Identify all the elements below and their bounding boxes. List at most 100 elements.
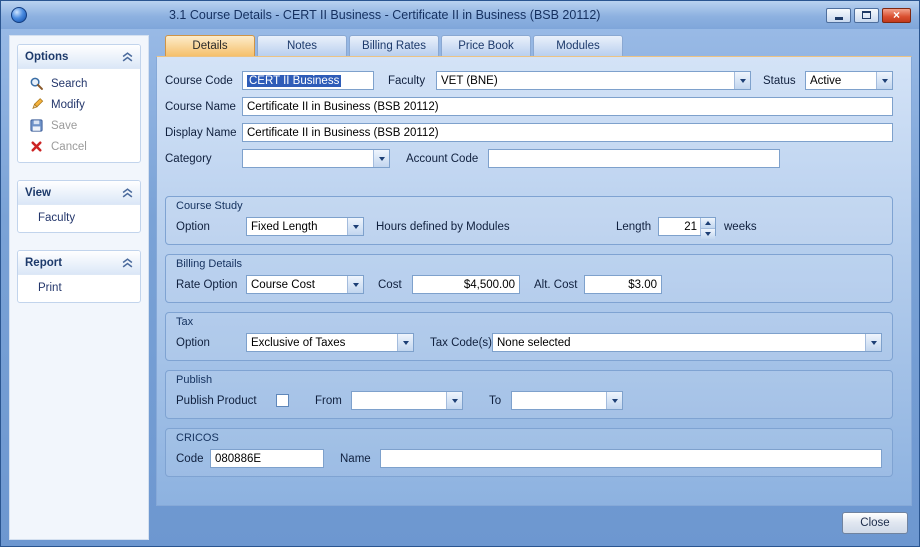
faculty-combobox[interactable]: VET (BNE) [436, 71, 751, 90]
title-bar[interactable]: 3.1 Course Details - CERT II Business - … [1, 1, 919, 29]
course-study-title: Course Study [176, 200, 882, 212]
spin-up-icon[interactable] [701, 218, 715, 228]
rate-option-label: Rate Option [176, 279, 246, 291]
course-code-value: CERT II Business [247, 75, 341, 87]
course-code-input[interactable]: CERT II Business [242, 71, 374, 90]
report-panel-header[interactable]: Report [18, 251, 140, 275]
view-panel: View Faculty [17, 180, 141, 233]
sidebar-item-label: Modify [51, 99, 85, 111]
sidebar-item-save[interactable]: Save [18, 115, 140, 136]
footer-bar: Close [156, 506, 912, 540]
window-title: 3.1 Course Details - CERT II Business - … [33, 8, 826, 22]
account-code-input[interactable] [488, 149, 780, 168]
cricos-code-input[interactable]: 080886E [210, 449, 324, 468]
sidebar-item-cancel[interactable]: Cancel [18, 136, 140, 157]
options-panel-header[interactable]: Options [18, 45, 140, 69]
display-name-input[interactable]: Certificate II in Business (BSB 20112) [242, 123, 893, 142]
publish-to-label: To [489, 395, 511, 407]
alt-cost-input[interactable]: $3.00 [584, 275, 662, 294]
tax-codes-combobox[interactable]: None selected [492, 333, 882, 352]
sidebar-item-print[interactable]: Print [18, 279, 140, 297]
sidebar-item-label: Print [38, 282, 62, 294]
tab-notes[interactable]: Notes [257, 35, 347, 56]
sidebar-item-modify[interactable]: Modify [18, 94, 140, 115]
tax-option-label: Option [176, 337, 246, 349]
billing-details-title: Billing Details [176, 258, 882, 270]
hours-defined-label: Hours defined by Modules [376, 221, 556, 233]
sidebar-item-search[interactable]: Search [18, 73, 140, 94]
tab-details[interactable]: Details [165, 35, 255, 56]
chevron-down-icon[interactable] [347, 276, 363, 293]
cost-input[interactable]: $4,500.00 [412, 275, 520, 294]
display-name-label: Display Name [165, 127, 242, 139]
chevron-down-icon[interactable] [865, 334, 881, 351]
chevron-down-icon[interactable] [734, 72, 750, 89]
cost-value: $4,500.00 [464, 279, 515, 291]
cricos-title: CRICOS [176, 432, 882, 444]
tab-price-book[interactable]: Price Book [441, 35, 531, 56]
save-icon [29, 118, 44, 133]
course-name-label: Course Name [165, 101, 242, 113]
minimize-button[interactable] [826, 8, 851, 23]
cancel-icon [29, 139, 44, 154]
close-window-button[interactable]: × [882, 8, 911, 23]
publish-title: Publish [176, 374, 882, 386]
status-combobox[interactable]: Active [805, 71, 893, 90]
tax-option-combobox[interactable]: Exclusive of Taxes [246, 333, 414, 352]
course-name-input[interactable]: Certificate II in Business (BSB 20112) [242, 97, 893, 116]
maximize-button[interactable] [854, 8, 879, 23]
weeks-label: weeks [724, 221, 757, 233]
course-study-option-combobox[interactable]: Fixed Length [246, 217, 364, 236]
close-button[interactable]: Close [842, 512, 908, 534]
length-spinner[interactable]: 21 [658, 217, 716, 236]
cricos-group: CRICOS Code 080886E Name [165, 428, 893, 477]
publish-from-value [352, 392, 446, 409]
tab-billing-rates[interactable]: Billing Rates [349, 35, 439, 56]
length-label: Length [616, 221, 658, 233]
publish-from-combobox[interactable] [351, 391, 463, 410]
chevron-down-icon[interactable] [876, 72, 892, 89]
view-panel-title: View [25, 187, 51, 199]
view-panel-header[interactable]: View [18, 181, 140, 205]
publish-to-combobox[interactable] [511, 391, 623, 410]
tax-codes-label: Tax Code(s) [430, 337, 492, 349]
account-code-label: Account Code [406, 153, 488, 165]
pencil-icon [29, 97, 44, 112]
options-panel-title: Options [25, 51, 68, 63]
sidebar-item-label: Search [51, 78, 87, 90]
rate-option-combobox[interactable]: Course Cost [246, 275, 364, 294]
chevron-down-icon[interactable] [446, 392, 462, 409]
course-study-option-value: Fixed Length [247, 218, 347, 235]
cricos-code-label: Code [176, 453, 210, 465]
sidebar-item-faculty[interactable]: Faculty [18, 209, 140, 227]
course-details-window: 3.1 Course Details - CERT II Business - … [0, 0, 920, 547]
category-label: Category [165, 153, 242, 165]
cricos-name-label: Name [340, 453, 380, 465]
chevron-down-icon[interactable] [606, 392, 622, 409]
maximize-icon [862, 11, 871, 19]
alt-cost-value: $3.00 [628, 279, 657, 291]
publish-to-value [512, 392, 606, 409]
tax-group: Tax Option Exclusive of Taxes Tax Code(s… [165, 312, 893, 361]
cricos-code-value: 080886E [215, 453, 261, 465]
close-icon: × [893, 10, 900, 21]
chevron-down-icon[interactable] [397, 334, 413, 351]
tab-modules[interactable]: Modules [533, 35, 623, 56]
faculty-value: VET (BNE) [437, 72, 734, 89]
chevron-down-icon[interactable] [373, 150, 389, 167]
spin-down-icon[interactable] [701, 228, 715, 239]
tab-strip: Details Notes Billing Rates Price Book M… [156, 35, 912, 56]
cricos-name-input[interactable] [380, 449, 882, 468]
category-combobox[interactable] [242, 149, 390, 168]
tax-option-value: Exclusive of Taxes [247, 334, 397, 351]
chevron-down-icon[interactable] [347, 218, 363, 235]
alt-cost-label: Alt. Cost [534, 279, 584, 291]
publish-product-checkbox[interactable] [276, 394, 289, 407]
cost-label: Cost [378, 279, 412, 291]
status-label: Status [763, 75, 805, 87]
course-study-option-label: Option [176, 221, 246, 233]
category-value [243, 150, 373, 167]
rate-option-value: Course Cost [247, 276, 347, 293]
course-study-group: Course Study Option Fixed Length Hours d… [165, 196, 893, 245]
app-icon [11, 7, 27, 23]
